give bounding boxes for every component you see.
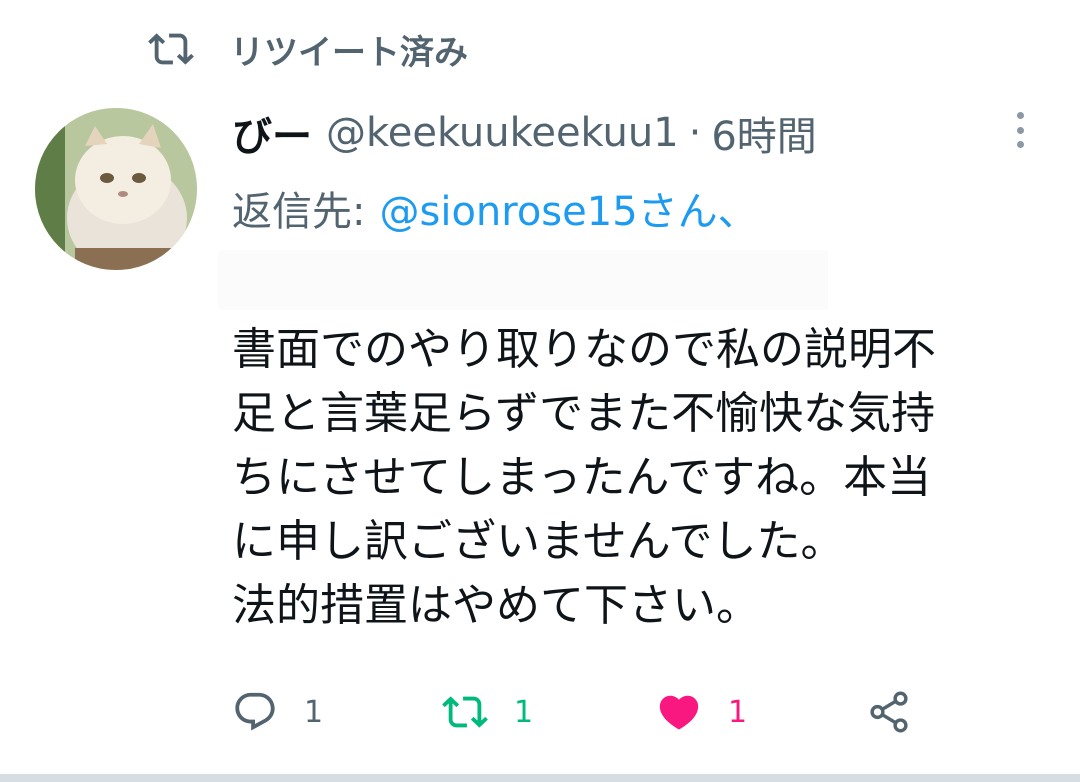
- more-dot-icon: [1016, 126, 1024, 134]
- retweet-context: リツイート済み: [148, 24, 468, 74]
- more-options-button[interactable]: [1004, 108, 1036, 152]
- heart-icon: [659, 695, 699, 730]
- reply-count: 1: [304, 694, 324, 730]
- retweet-icon: [148, 33, 194, 65]
- more-dot-icon: [1016, 141, 1024, 148]
- redacted-area: [218, 250, 828, 310]
- like-button[interactable]: 1: [656, 686, 747, 738]
- reply-to-line: 返信先: @sionrose15さん、: [232, 180, 758, 236]
- like-count: 1: [728, 694, 748, 730]
- retweet-button[interactable]: 1: [442, 686, 533, 738]
- tweet-actions: 1 1 1: [232, 686, 932, 738]
- tweet-header: びー @keekuukeekuu1 · 6時間: [232, 103, 817, 163]
- retweet-count: 1: [514, 694, 534, 730]
- reply-button[interactable]: 1: [232, 686, 323, 738]
- user-handle[interactable]: @keekuukeekuu1: [326, 110, 679, 156]
- tweet-text-line: 足と言葉足らずでまた不愉快な気持: [232, 388, 936, 439]
- reply-prefix: 返信先:: [232, 189, 366, 235]
- retweet-icon: [442, 696, 488, 728]
- reply-mention-link[interactable]: @sionrose15さん、: [379, 179, 757, 237]
- cat-avatar-image: [35, 108, 197, 270]
- display-name[interactable]: びー: [232, 104, 312, 162]
- avatar[interactable]: [35, 108, 197, 270]
- tweet-text-line: ちにさせてしまったんですね。本当: [232, 452, 932, 503]
- tweet-timestamp[interactable]: 6時間: [711, 104, 816, 162]
- divider: [0, 774, 1080, 782]
- reply-icon: [235, 692, 275, 731]
- share-icon: [870, 691, 908, 733]
- share-button[interactable]: [866, 686, 938, 738]
- more-dot-icon: [1016, 112, 1024, 119]
- tweet-text-line: 書面でのやり取りなので私の説明不: [232, 324, 936, 375]
- tweet-text: 書面でのやり取りなので私の説明不 足と言葉足らずでまた不愉快な気持 ちにさせてし…: [232, 318, 1052, 638]
- tweet-text-line: に申し訳ございませんでした。: [232, 516, 845, 567]
- separator-dot: ·: [688, 110, 702, 156]
- tweet-text-line: 法的措置はやめて下さい。: [232, 580, 760, 631]
- retweet-context-label: リツイート済み: [230, 32, 468, 73]
